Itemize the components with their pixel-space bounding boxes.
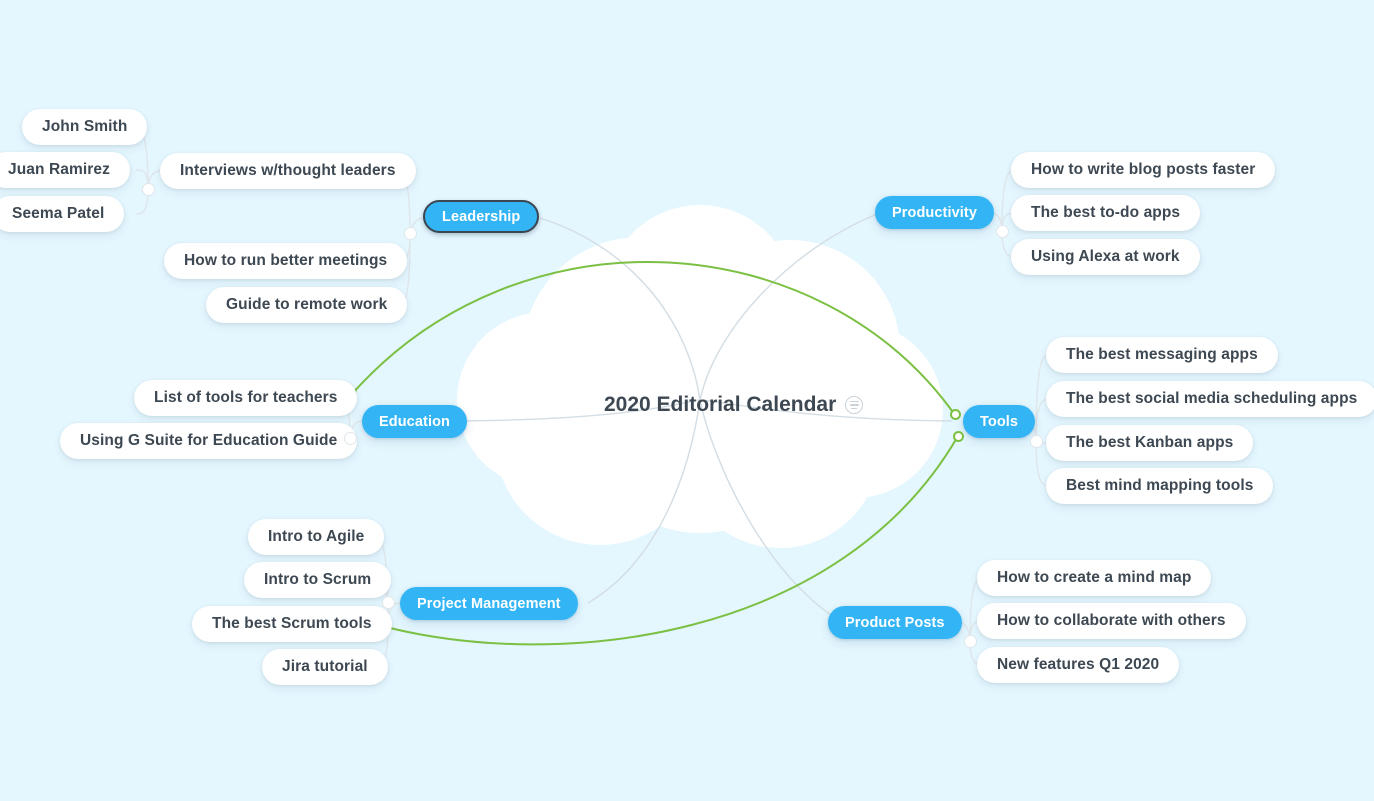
- topic-node-blog-posts-faster[interactable]: How to write blog posts faster: [1011, 152, 1276, 188]
- topic-node-collaborate-with-others[interactable]: How to collaborate with others: [977, 603, 1246, 639]
- central-node-title: 2020 Editorial Calendar: [604, 393, 837, 416]
- topic-node-john-smith[interactable]: John Smith: [22, 109, 148, 145]
- topic-node-interviews[interactable]: Interviews w/thought leaders: [160, 153, 416, 189]
- collapse-dot-productivity[interactable]: [996, 225, 1009, 238]
- collapse-dot-education[interactable]: [344, 432, 357, 445]
- topic-node-intro-scrum[interactable]: Intro to Scrum: [244, 562, 392, 598]
- collapse-dot-leadership[interactable]: [404, 227, 417, 240]
- topic-node-tools-for-teachers[interactable]: List of tools for teachers: [134, 380, 358, 416]
- topic-node-best-todo-apps[interactable]: The best to-do apps: [1011, 195, 1201, 231]
- topic-node-best-messaging-apps[interactable]: The best messaging apps: [1046, 337, 1278, 373]
- collapse-dot-project-management[interactable]: [382, 596, 395, 609]
- branch-node-project-management[interactable]: Project Management: [400, 587, 578, 620]
- topic-node-g-suite-education[interactable]: Using G Suite for Education Guide: [60, 423, 358, 459]
- trunk-edges: [451, 211, 953, 623]
- topic-node-social-media-scheduling[interactable]: The best social media scheduling apps: [1046, 381, 1374, 417]
- branch-node-education[interactable]: Education: [362, 405, 467, 438]
- topic-node-jira-tutorial[interactable]: Jira tutorial: [262, 649, 388, 685]
- collapse-dot-product-posts[interactable]: [964, 635, 977, 648]
- collapse-dot-interviews[interactable]: [142, 183, 155, 196]
- topic-node-create-mind-map[interactable]: How to create a mind map: [977, 560, 1212, 596]
- relationship-anchor-lower[interactable]: [953, 431, 964, 442]
- branch-node-tools[interactable]: Tools: [963, 405, 1036, 438]
- collapse-dot-tools[interactable]: [1030, 435, 1043, 448]
- mind-map-canvas[interactable]: 2020 Editorial Calendar Leadership Inter…: [0, 0, 1374, 801]
- note-icon[interactable]: [845, 396, 864, 414]
- topic-node-best-kanban-apps[interactable]: The best Kanban apps: [1046, 425, 1254, 461]
- topic-node-best-scrum-tools[interactable]: The best Scrum tools: [192, 606, 392, 642]
- branch-node-leadership[interactable]: Leadership: [423, 200, 540, 233]
- topic-node-intro-agile[interactable]: Intro to Agile: [248, 519, 385, 555]
- central-node[interactable]: 2020 Editorial Calendar: [604, 392, 864, 416]
- topic-node-remote-work[interactable]: Guide to remote work: [206, 287, 408, 323]
- relationship-anchor-upper[interactable]: [950, 409, 961, 420]
- topic-node-seema-patel[interactable]: Seema Patel: [0, 196, 125, 232]
- topic-node-new-features-q1[interactable]: New features Q1 2020: [977, 647, 1180, 683]
- topic-node-juan-ramirez[interactable]: Juan Ramirez: [0, 152, 130, 188]
- branch-node-product-posts[interactable]: Product Posts: [828, 606, 962, 639]
- topic-node-better-meetings[interactable]: How to run better meetings: [164, 243, 408, 279]
- topic-node-best-mind-mapping-tools[interactable]: Best mind mapping tools: [1046, 468, 1274, 504]
- topic-node-alexa-at-work[interactable]: Using Alexa at work: [1011, 239, 1200, 275]
- central-cloud-shape: [457, 205, 943, 548]
- branch-node-productivity[interactable]: Productivity: [875, 196, 994, 229]
